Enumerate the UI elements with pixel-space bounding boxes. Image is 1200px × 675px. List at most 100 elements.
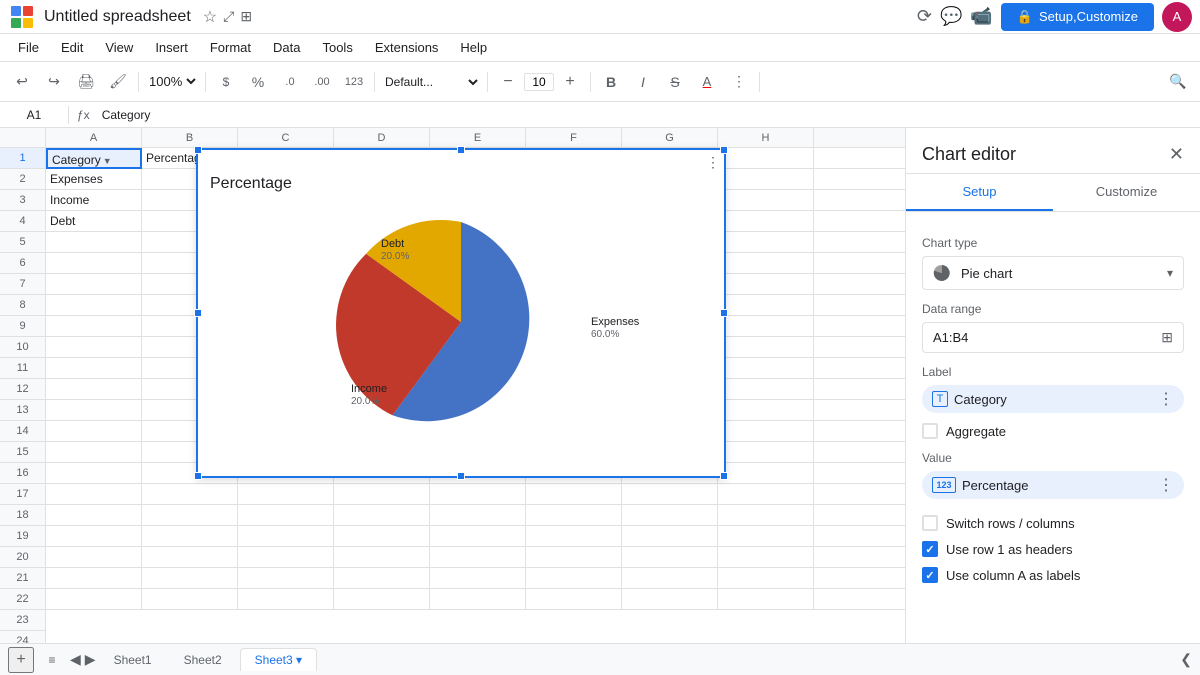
cell-h6[interactable]: [718, 253, 814, 274]
formula-input[interactable]: [98, 108, 1196, 122]
resize-handle-mr[interactable]: [720, 309, 728, 317]
cell-d21[interactable]: [334, 568, 430, 589]
cell-b20[interactable]: [142, 547, 238, 568]
use-col-labels-checkbox[interactable]: ✓: [922, 567, 938, 583]
editor-close-button[interactable]: ✕: [1169, 144, 1184, 165]
cell-h10[interactable]: [718, 337, 814, 358]
cell-f17[interactable]: [526, 484, 622, 505]
data-range-row[interactable]: A1:B4 ⊞: [922, 322, 1184, 353]
sheet-tab-sheet1[interactable]: Sheet1: [100, 649, 166, 671]
value-chip[interactable]: 123 Percentage ⋮: [922, 471, 1184, 499]
cell-a21[interactable]: [46, 568, 142, 589]
cell-reference-input[interactable]: [4, 108, 64, 122]
star-icon[interactable]: ☆: [203, 7, 217, 27]
resize-handle-br[interactable]: [720, 472, 728, 480]
strikethrough-button[interactable]: S: [661, 68, 689, 96]
cell-a16[interactable]: [46, 463, 142, 484]
avatar[interactable]: A: [1162, 2, 1192, 32]
cell-h3[interactable]: [718, 190, 814, 211]
cell-f22[interactable]: [526, 589, 622, 610]
share-button[interactable]: 🔒 Setup,Customize: [1001, 3, 1154, 31]
cell-h15[interactable]: [718, 442, 814, 463]
cell-a15[interactable]: [46, 442, 142, 463]
cell-h12[interactable]: [718, 379, 814, 400]
cell-b19[interactable]: [142, 526, 238, 547]
cell-h20[interactable]: [718, 547, 814, 568]
cell-e20[interactable]: [430, 547, 526, 568]
cell-a18[interactable]: [46, 505, 142, 526]
dec-increase-button[interactable]: .00: [308, 68, 336, 96]
cell-b18[interactable]: [142, 505, 238, 526]
cell-f20[interactable]: [526, 547, 622, 568]
cell-e17[interactable]: [430, 484, 526, 505]
resize-handle-ml[interactable]: [194, 309, 202, 317]
cell-a12[interactable]: [46, 379, 142, 400]
search-button[interactable]: 🔍: [1164, 68, 1192, 96]
resize-handle-tc[interactable]: [457, 146, 465, 154]
aggregate-checkbox[interactable]: [922, 423, 938, 439]
cell-h21[interactable]: [718, 568, 814, 589]
italic-button[interactable]: I: [629, 68, 657, 96]
cell-g18[interactable]: [622, 505, 718, 526]
more-formats-button[interactable]: ⋮: [725, 68, 753, 96]
font-size-input[interactable]: [524, 73, 554, 91]
cell-g19[interactable]: [622, 526, 718, 547]
cell-d20[interactable]: [334, 547, 430, 568]
label-chip[interactable]: T Category ⋮: [922, 385, 1184, 413]
cell-a9[interactable]: [46, 316, 142, 337]
sheet-tab-sheet2[interactable]: Sheet2: [170, 649, 236, 671]
cell-h19[interactable]: [718, 526, 814, 547]
cell-h8[interactable]: [718, 295, 814, 316]
cell-c21[interactable]: [238, 568, 334, 589]
cell-c17[interactable]: [238, 484, 334, 505]
cell-a7[interactable]: [46, 274, 142, 295]
cell-a13[interactable]: [46, 400, 142, 421]
cell-g22[interactable]: [622, 589, 718, 610]
cell-f19[interactable]: [526, 526, 622, 547]
cell-a6[interactable]: [46, 253, 142, 274]
cell-d19[interactable]: [334, 526, 430, 547]
font-size-decrease[interactable]: −: [494, 68, 522, 96]
cell-e18[interactable]: [430, 505, 526, 526]
cell-a20[interactable]: [46, 547, 142, 568]
cell-c22[interactable]: [238, 589, 334, 610]
cell-a10[interactable]: [46, 337, 142, 358]
percent-button[interactable]: %: [244, 68, 272, 96]
cell-d22[interactable]: [334, 589, 430, 610]
chart-menu-button[interactable]: ⋮: [706, 154, 720, 171]
cell-c20[interactable]: [238, 547, 334, 568]
cell-h22[interactable]: [718, 589, 814, 610]
cell-d17[interactable]: [334, 484, 430, 505]
resize-handle-bc[interactable]: [457, 472, 465, 480]
cell-a11[interactable]: [46, 358, 142, 379]
collapse-panel-icon[interactable]: ❮: [1180, 651, 1192, 668]
cell-f21[interactable]: [526, 568, 622, 589]
chart-type-selector[interactable]: Pie chart ▾: [922, 256, 1184, 290]
cell-h5[interactable]: [718, 232, 814, 253]
undo-button[interactable]: ↩: [8, 68, 36, 96]
filter-icon[interactable]: ▼: [103, 151, 112, 169]
dec-decrease-button[interactable]: .0: [276, 68, 304, 96]
redo-button[interactable]: ↪: [40, 68, 68, 96]
cell-f18[interactable]: [526, 505, 622, 526]
cell-b17[interactable]: [142, 484, 238, 505]
zoom-select[interactable]: 100%: [145, 73, 199, 90]
cell-h13[interactable]: [718, 400, 814, 421]
menu-data[interactable]: Data: [263, 38, 310, 57]
menu-format[interactable]: Format: [200, 38, 261, 57]
menu-view[interactable]: View: [95, 38, 143, 57]
menu-extensions[interactable]: Extensions: [365, 38, 449, 57]
cell-g20[interactable]: [622, 547, 718, 568]
cell-h11[interactable]: [718, 358, 814, 379]
cell-a14[interactable]: [46, 421, 142, 442]
cell-a19[interactable]: [46, 526, 142, 547]
cell-e21[interactable]: [430, 568, 526, 589]
cell-h14[interactable]: [718, 421, 814, 442]
tab-customize[interactable]: Customize: [1053, 174, 1200, 211]
switch-rows-columns-checkbox[interactable]: [922, 515, 938, 531]
cell-a8[interactable]: [46, 295, 142, 316]
bold-button[interactable]: B: [597, 68, 625, 96]
cell-h17[interactable]: [718, 484, 814, 505]
resize-handle-tr[interactable]: [720, 146, 728, 154]
cell-h2[interactable]: [718, 169, 814, 190]
